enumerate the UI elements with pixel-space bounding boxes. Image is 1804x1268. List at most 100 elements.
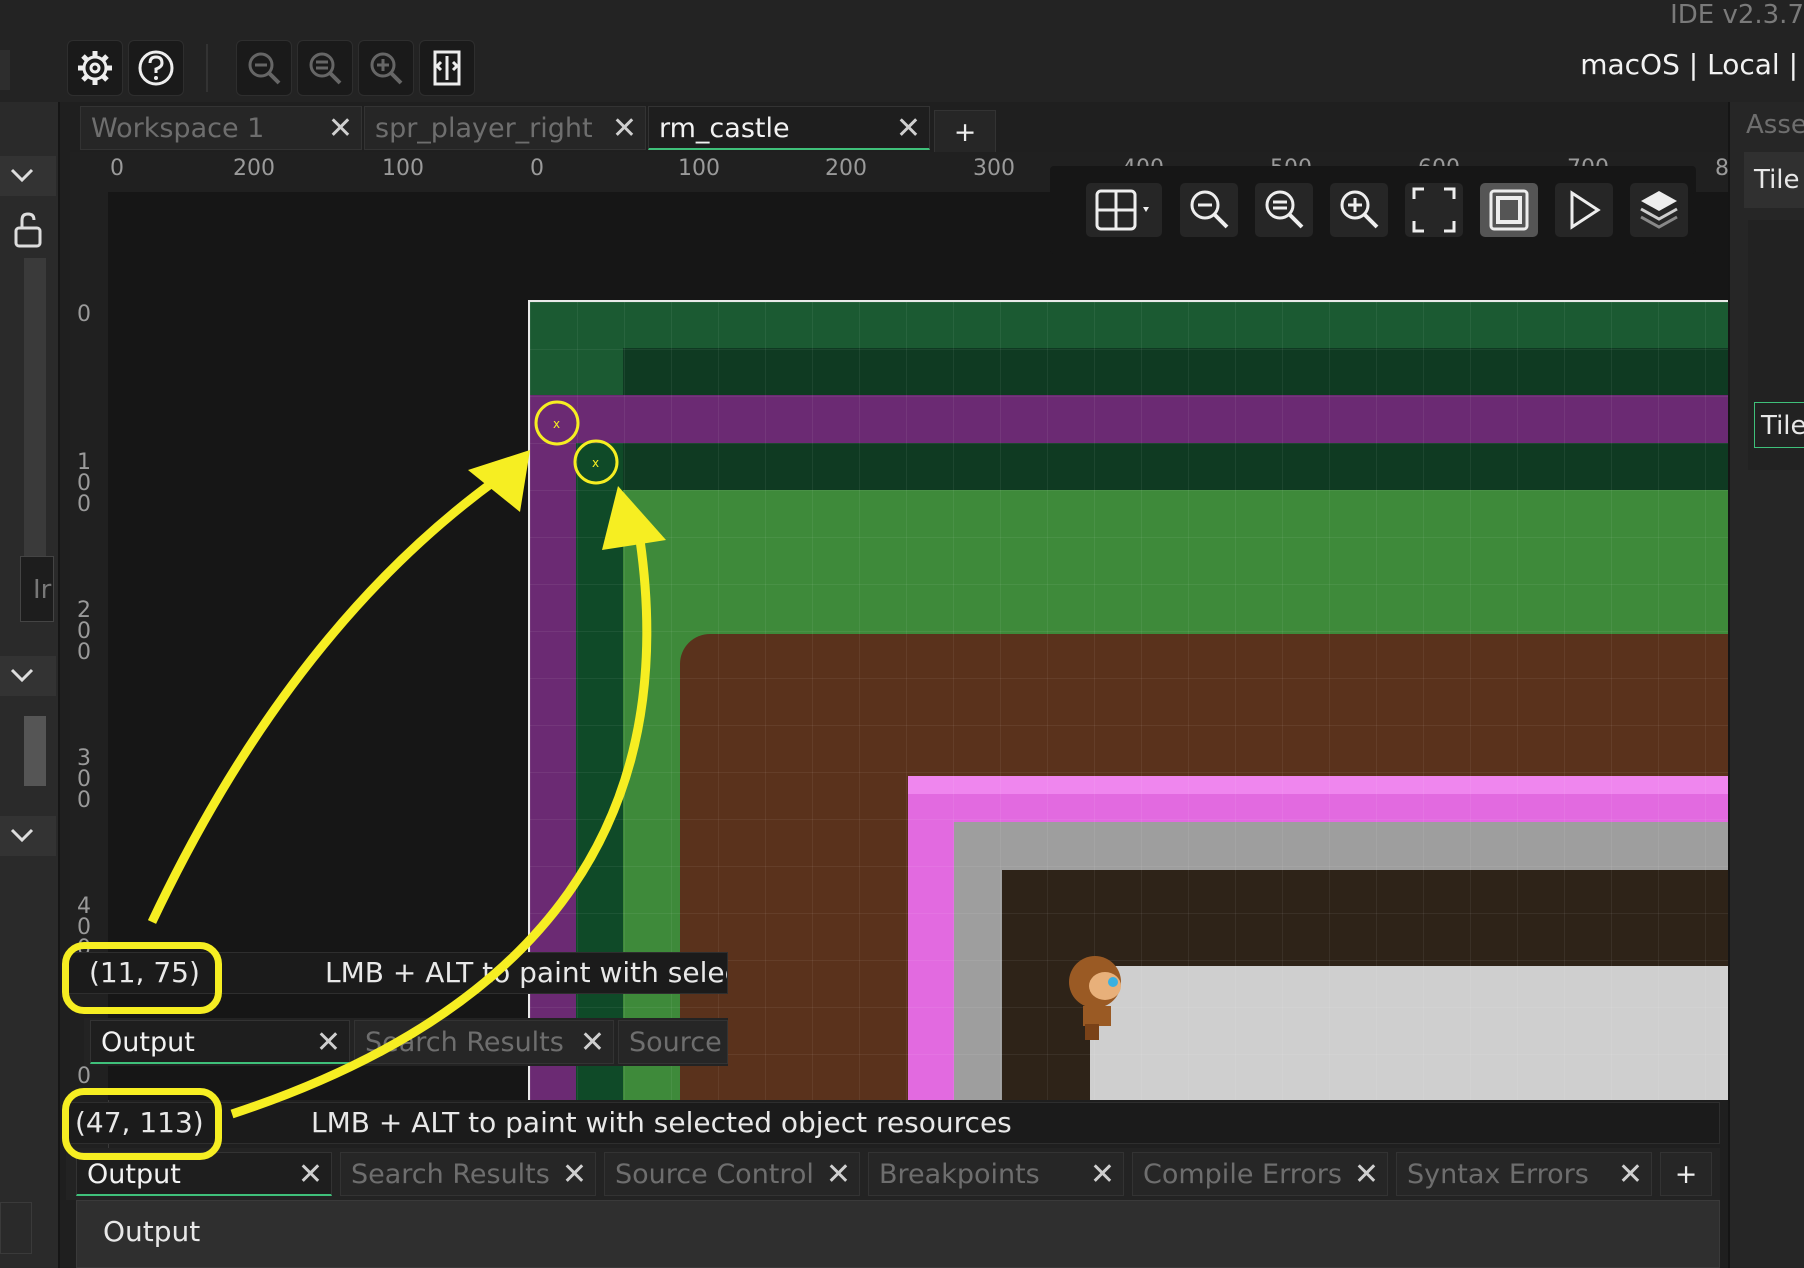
tab-syntax-errors[interactable]: Syntax Errors ✕ bbox=[1396, 1152, 1652, 1196]
tab-label: Output bbox=[87, 1159, 181, 1190]
help-button[interactable] bbox=[128, 40, 184, 96]
tab-label: spr_player_right bbox=[375, 113, 593, 144]
zoom-reset-icon bbox=[309, 52, 342, 85]
zoom-in-button[interactable] bbox=[358, 40, 414, 96]
collapse-button[interactable] bbox=[0, 156, 56, 196]
annotation-box-overlay-coords bbox=[62, 942, 222, 1014]
close-icon[interactable]: ✕ bbox=[298, 1153, 323, 1194]
close-icon[interactable]: ✕ bbox=[1354, 1153, 1379, 1195]
title-bar: IDE v2.3.7 bbox=[0, 0, 1804, 36]
unlock-icon[interactable] bbox=[10, 210, 46, 250]
device-manager-button[interactable] bbox=[419, 40, 475, 96]
output-panel: Output bbox=[76, 1200, 1720, 1268]
room-zoom-out-button[interactable] bbox=[1180, 183, 1238, 237]
resources-side-panel: Ir bbox=[0, 102, 60, 1268]
tab-label: Output bbox=[101, 1027, 195, 1058]
target-info[interactable]: macOS | Local | bbox=[1580, 48, 1798, 81]
tile-item[interactable]: Tile bbox=[1744, 152, 1804, 208]
ruler-label: 0 bbox=[77, 302, 91, 327]
fullscreen-icon bbox=[1489, 189, 1529, 231]
tab-label: rm_castle bbox=[659, 113, 790, 144]
scrollbar[interactable] bbox=[24, 258, 46, 558]
ruler-label: 200 bbox=[77, 598, 91, 665]
close-icon[interactable]: ✕ bbox=[896, 107, 921, 148]
chevron-down-icon bbox=[10, 828, 34, 843]
tab-compile-errors[interactable]: Compile Errors ✕ bbox=[1132, 1152, 1388, 1196]
close-icon[interactable]: ✕ bbox=[1618, 1153, 1643, 1195]
tab-search-results[interactable]: Search Results ✕ bbox=[340, 1152, 596, 1196]
preferences-button[interactable] bbox=[67, 40, 123, 96]
main-toolbar: macOS | Local | bbox=[0, 36, 1804, 102]
zoom-out-icon bbox=[248, 52, 281, 85]
device-icon bbox=[433, 50, 461, 86]
overlay-tab-search-results[interactable]: Search Results ✕ bbox=[354, 1020, 614, 1064]
run-room-button[interactable] bbox=[1555, 183, 1613, 237]
tab-source-control[interactable]: Source Control ✕ bbox=[604, 1152, 860, 1196]
tab-spr-player-right[interactable]: spr_player_right ✕ bbox=[364, 106, 646, 150]
add-tab-button[interactable]: + bbox=[934, 110, 996, 154]
overlay-tab-bar: Output ✕ Search Results ✕ Source ( bbox=[84, 1018, 728, 1066]
chevron-down-icon bbox=[10, 168, 34, 183]
panel-box bbox=[0, 1202, 32, 1254]
gear-icon bbox=[78, 51, 112, 85]
ruler-label: 100 bbox=[678, 156, 720, 181]
help-icon bbox=[138, 50, 174, 86]
zoom-reset-button[interactable] bbox=[297, 40, 353, 96]
collapse-button-3[interactable] bbox=[0, 816, 56, 856]
scrollbar-2[interactable] bbox=[24, 716, 46, 786]
tab-label: Compile Errors bbox=[1143, 1159, 1342, 1190]
fit-room-button[interactable] bbox=[1405, 183, 1463, 237]
layers-button[interactable] bbox=[1630, 183, 1688, 237]
zoom-out-icon bbox=[1190, 190, 1229, 229]
ruler-label: 200 bbox=[233, 156, 275, 181]
fullscreen-button[interactable] bbox=[1480, 183, 1538, 237]
search-field[interactable]: Ir bbox=[20, 556, 54, 622]
tab-label: Source Control bbox=[615, 1159, 814, 1190]
tab-label: Workspace 1 bbox=[91, 113, 265, 144]
output-label: Output bbox=[103, 1215, 201, 1248]
ide-version: IDE v2.3.7 bbox=[1670, 0, 1804, 30]
add-output-tab-button[interactable]: + bbox=[1660, 1152, 1712, 1196]
close-icon[interactable]: ✕ bbox=[328, 107, 353, 149]
fit-icon bbox=[1412, 187, 1456, 233]
ruler-label: 100 bbox=[382, 156, 424, 181]
ruler-label: 0 bbox=[110, 156, 124, 181]
tile-tab[interactable]: Tile bbox=[1754, 402, 1804, 448]
close-icon[interactable]: ✕ bbox=[316, 1021, 341, 1062]
zoom-in-icon bbox=[1340, 190, 1379, 229]
close-icon[interactable]: ✕ bbox=[580, 1021, 605, 1063]
zoom-in-icon bbox=[370, 52, 403, 85]
tab-label: Search Results bbox=[351, 1159, 550, 1190]
play-icon bbox=[1570, 190, 1601, 230]
ruler-label: 0 bbox=[77, 1064, 91, 1089]
close-icon[interactable]: ✕ bbox=[562, 1153, 587, 1195]
ruler-label: 300 bbox=[973, 156, 1015, 181]
tab-workspace[interactable]: Workspace 1 ✕ bbox=[80, 106, 362, 150]
grid-options-button[interactable] bbox=[1086, 183, 1162, 237]
close-icon[interactable]: ✕ bbox=[612, 107, 637, 149]
tab-label: Syntax Errors bbox=[1407, 1159, 1589, 1190]
overlay-hint-text: LMB + ALT to paint with selecte bbox=[325, 956, 728, 989]
tab-label: Search Results bbox=[365, 1027, 564, 1058]
zoom-out-button[interactable] bbox=[236, 40, 292, 96]
player-sprite-icon[interactable] bbox=[1065, 952, 1135, 1052]
overlay-tab-source[interactable]: Source ( bbox=[618, 1020, 728, 1064]
overlay-tab-output[interactable]: Output ✕ bbox=[90, 1020, 350, 1064]
close-icon[interactable]: ✕ bbox=[1090, 1153, 1115, 1195]
room-zoom-in-button[interactable] bbox=[1330, 183, 1388, 237]
collapse-button-2[interactable] bbox=[0, 656, 56, 696]
room-zoom-reset-button[interactable] bbox=[1255, 183, 1313, 237]
close-icon[interactable]: ✕ bbox=[826, 1153, 851, 1195]
ruler-label: 200 bbox=[825, 156, 867, 181]
tab-rm-castle[interactable]: rm_castle ✕ bbox=[648, 106, 930, 150]
asset-browser-tab[interactable]: Asse bbox=[1746, 110, 1804, 140]
tab-label: Breakpoints bbox=[879, 1159, 1040, 1190]
room-toolbar bbox=[1050, 166, 1696, 254]
ruler-label: 8 bbox=[1715, 156, 1729, 181]
toolbar-edge bbox=[0, 50, 10, 90]
toolbar-separator bbox=[206, 44, 208, 92]
zoom-reset-icon bbox=[1265, 190, 1304, 229]
ruler-label: 100 bbox=[77, 450, 91, 517]
tab-breakpoints[interactable]: Breakpoints ✕ bbox=[868, 1152, 1124, 1196]
status-hint-text: LMB + ALT to paint with selected object … bbox=[311, 1106, 1012, 1139]
